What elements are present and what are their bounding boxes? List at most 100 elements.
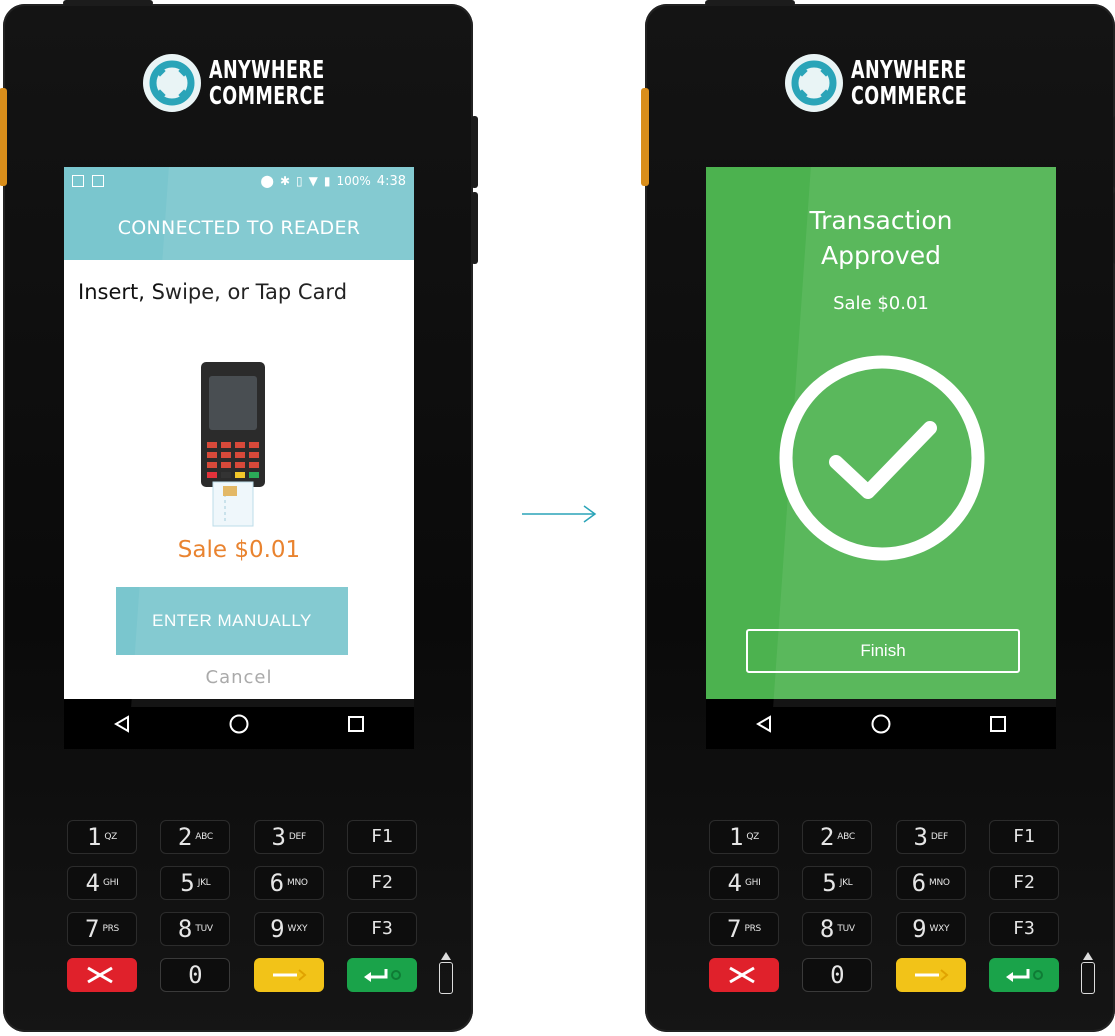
key-3[interactable]: 3 DEF [895,820,966,854]
key-4[interactable]: 4 GHI [67,866,137,900]
recents-icon[interactable] [347,715,365,733]
card-prompt: Insert, Swipe, or Tap Card [78,280,348,304]
status-bar: ⬤ ✱ ▯ ▼ ▮ 100% 4:38 [64,167,414,195]
keypad-row: 7 PRS 8 TUV 9 WXY F3 [67,912,417,946]
screen-transaction-approved: Transaction Approved Sale $0.01 Finish [706,167,1056,749]
clock: 4:38 [376,173,406,189]
keypad-row: 7 PRS 8 TUV 9 WXY F3 [709,912,1059,946]
key-9[interactable]: 9 WXY [895,912,966,946]
key-0[interactable]: 0 [802,958,873,992]
approval-title-line1: Transaction [809,206,953,235]
key-5[interactable]: 5 JKL [160,866,231,900]
key-3[interactable]: 3 DEF [253,820,324,854]
contactless-indicator-icon [1083,952,1093,960]
power-button[interactable] [705,0,795,6]
location-icon: ⬤ [260,174,274,188]
key-4[interactable]: 4 GHI [709,866,779,900]
clear-key[interactable] [895,958,966,992]
brand-line1: ANYWHERE [851,55,967,84]
keypad-row: 4 GHI 5 JKL 6 MNO F2 [67,866,417,900]
keypad-row: 1 QZ 2 ABC 3 DEF F1 [67,820,417,854]
screen-insert-card: ⬤ ✱ ▯ ▼ ▮ 100% 4:38 CONNECTED TO READER … [64,167,414,749]
card-slot-icon [1081,962,1095,994]
key-f2[interactable]: F2 [346,866,417,900]
keypad-row: 1 QZ 2 ABC 3 DEF F1 [709,820,1059,854]
key-1[interactable]: 1 QZ [709,820,779,854]
backspace-icon [914,969,949,981]
image-notification-icon [72,175,84,187]
android-nav-bar [706,699,1056,749]
clear-key[interactable] [253,958,324,992]
brand-wordmark: ANYWHERE COMMERCE [851,57,967,109]
key-2[interactable]: 2 ABC [802,820,873,854]
key-f1[interactable]: F1 [346,820,417,854]
sale-amount: Sale $0.01 [177,537,301,563]
key-8[interactable]: 8 TUV [160,912,231,946]
key-8[interactable]: 8 TUV [802,912,873,946]
vibrate-icon: ▯ [296,174,303,188]
volume-up-button[interactable] [471,116,478,188]
brand-line2: COMMERCE [851,81,968,110]
approval-title: Transaction Approved [706,203,1056,273]
key-5[interactable]: 5 JKL [802,866,873,900]
enter-key[interactable] [988,958,1059,992]
cancel-key[interactable] [67,958,137,992]
key-f3[interactable]: F3 [988,912,1059,946]
enter-manually-button[interactable]: ENTER MANUALLY [116,587,348,655]
key-9[interactable]: 9 WXY [253,912,324,946]
brand-line1: ANYWHERE [209,55,325,84]
keypad-row: 0 [67,958,417,992]
card-reader-illustration-icon [201,362,265,527]
key-6[interactable]: 6 MNO [895,866,966,900]
cancel-key[interactable] [709,958,779,992]
pos-terminal-right: ANYWHERE COMMERCE Transaction Approved S… [641,0,1115,1032]
side-button-orange[interactable] [641,88,649,186]
home-icon[interactable] [228,713,250,735]
enter-return-icon [363,969,401,982]
keypad-row: 4 GHI 5 JKL 6 MNO F2 [709,866,1059,900]
power-button[interactable] [63,0,153,6]
pos-terminal-left: ANYWHERE COMMERCE ⬤ ✱ ▯ ▼ ▮ 100% 4:38 CO… [0,0,478,1032]
enter-key[interactable] [346,958,417,992]
backspace-icon [272,969,307,981]
key-0[interactable]: 0 [160,958,231,992]
bluetooth-icon: ✱ [279,174,291,188]
battery-percent: 100% [336,174,371,188]
cancel-link[interactable]: Cancel [64,667,414,688]
cancel-x-icon [729,966,755,984]
side-button-orange[interactable] [0,88,7,186]
contactless-indicator-icon [441,952,451,960]
key-1[interactable]: 1 QZ [67,820,137,854]
battery-icon: ▮ [323,174,331,188]
key-2[interactable]: 2 ABC [160,820,231,854]
key-7[interactable]: 7 PRS [709,912,779,946]
brand-logo: ANYWHERE COMMERCE [785,54,1000,112]
keypad-row: 0 [709,958,1059,992]
screenshot-notification-icon [92,175,104,187]
volume-down-button[interactable] [471,192,478,264]
wifi-icon: ▼ [308,174,318,188]
key-7[interactable]: 7 PRS [67,912,137,946]
recents-icon[interactable] [989,715,1007,733]
back-icon[interactable] [113,715,131,733]
key-6[interactable]: 6 MNO [253,866,324,900]
enter-return-icon [1005,969,1043,982]
keypad: 1 QZ 2 ABC 3 DEF F1 4 GHI 5 JKL 6 MNO F2 7 PRS … [709,820,1059,1004]
finish-button[interactable]: Finish [746,629,1020,673]
key-f3[interactable]: F3 [346,912,417,946]
brand-wordmark: ANYWHERE COMMERCE [209,57,325,109]
checkmark-circle-icon [779,355,985,561]
anywhere-commerce-logo-icon [143,54,201,112]
card-slot-icon [439,962,453,994]
sale-amount: Sale $0.01 [833,293,929,314]
back-icon[interactable] [755,715,773,733]
key-f2[interactable]: F2 [988,866,1059,900]
connection-header: CONNECTED TO READER [64,195,414,260]
key-f1[interactable]: F1 [988,820,1059,854]
keypad: 1 QZ 2 ABC 3 DEF F1 4 GHI 5 JKL 6 MNO F2 7 PRS … [67,820,417,1004]
brand-line2: COMMERCE [209,81,326,110]
anywhere-commerce-logo-icon [785,54,843,112]
android-nav-bar [64,699,414,749]
approval-title-line2: Approved [821,241,941,270]
home-icon[interactable] [870,713,892,735]
